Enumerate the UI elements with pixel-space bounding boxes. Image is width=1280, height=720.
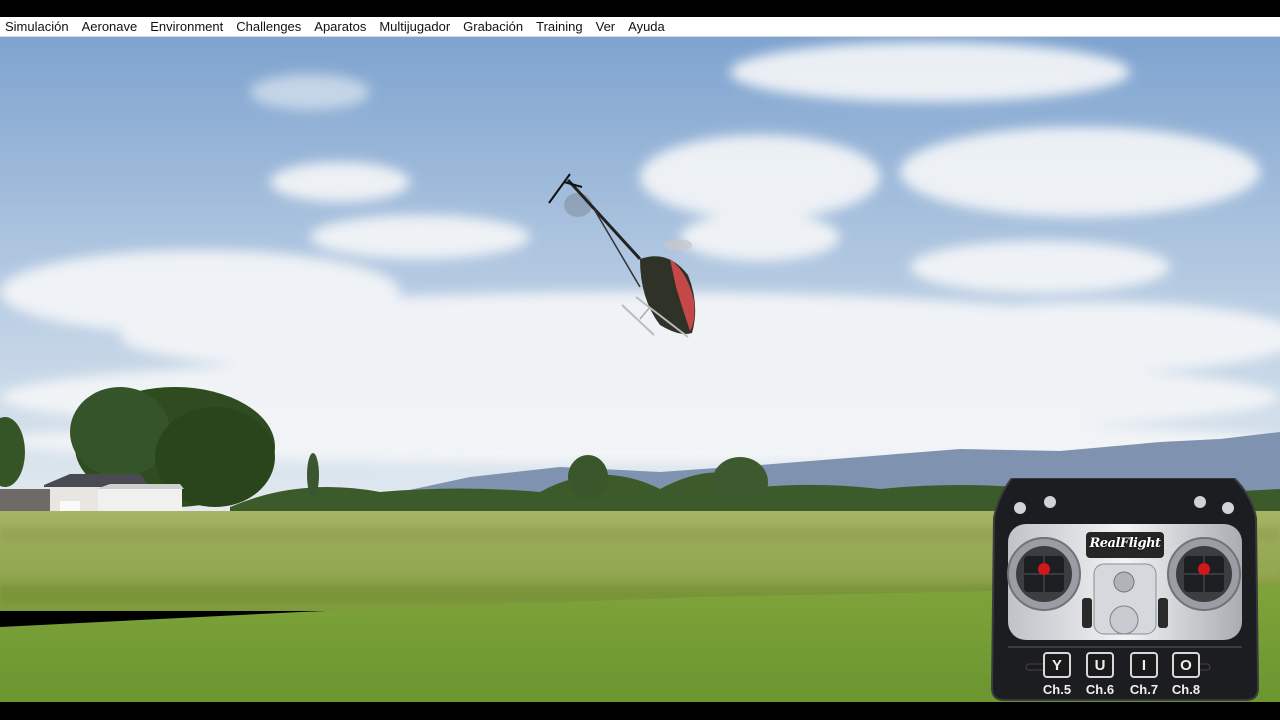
channel-8-label: Ch.8 [1171,682,1201,697]
channel-5-label: Ch.5 [1042,682,1072,697]
right-stick-dot [1198,563,1210,575]
channel-7-switch[interactable]: I [1130,652,1158,678]
channel-8-switch[interactable]: O [1172,652,1200,678]
left-stick-dot [1038,563,1050,575]
channel-5-switch[interactable]: Y [1043,652,1071,678]
menu-multijugador[interactable]: Multijugador [378,17,456,37]
bottom-bar [0,702,1280,720]
menu-aeronave[interactable]: Aeronave [81,17,144,37]
menu-challenges[interactable]: Challenges [235,17,307,37]
channel-6-label: Ch.6 [1085,682,1115,697]
menu-ver[interactable]: Ver [595,17,622,37]
realflight-logo: RealFlight [1089,536,1161,551]
menu-ayuda[interactable]: Ayuda [627,17,671,37]
simulation-viewport[interactable]: RealFlight Y U I O Ch.5 Ch.6 Ch.7 Ch.8 [0,37,1280,702]
menu-bar: Simulación Aeronave Environment Challeng… [0,17,1280,37]
menu-grabacion[interactable]: Grabación [462,17,529,37]
title-bar [0,0,1280,17]
menu-training[interactable]: Training [535,17,588,37]
rc-transmitter: RealFlight Y U I O Ch.5 Ch.6 Ch.7 Ch.8 [990,478,1260,702]
menu-aparatos[interactable]: Aparatos [313,17,372,37]
menu-simulacion[interactable]: Simulación [4,17,75,37]
menu-environment[interactable]: Environment [149,17,229,37]
channel-7-label: Ch.7 [1129,682,1159,697]
channel-6-switch[interactable]: U [1086,652,1114,678]
realflight-window: Simulación Aeronave Environment Challeng… [0,0,1280,720]
transmitter-body [990,478,1260,701]
